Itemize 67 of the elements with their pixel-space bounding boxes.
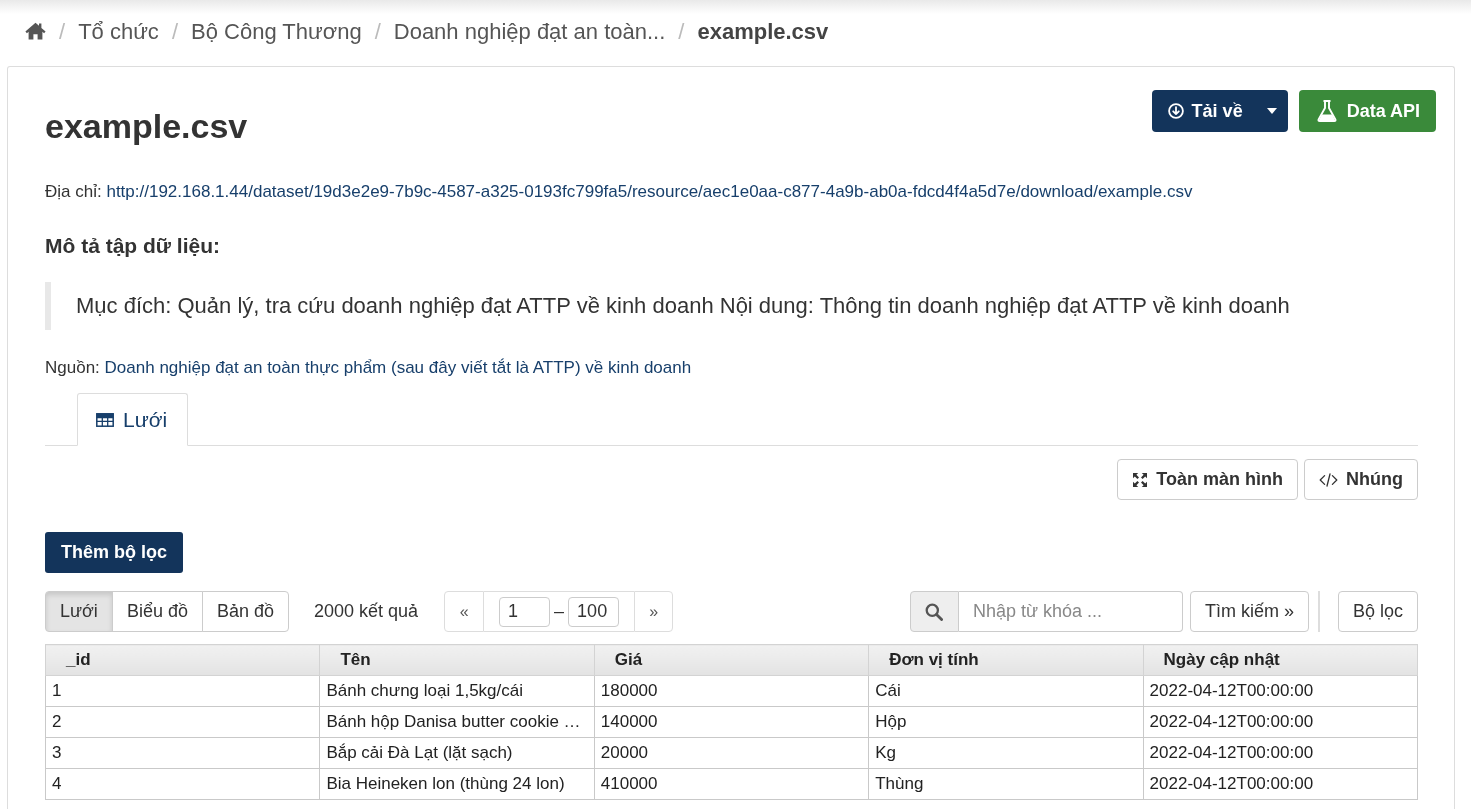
table-cell: Kg [868, 737, 1144, 769]
breadcrumb-separator: / [59, 17, 66, 46]
search-icon [909, 591, 959, 632]
table-cell: 20000 [594, 737, 869, 769]
fullscreen-button[interactable]: Toàn màn hình [1117, 459, 1298, 500]
table-cell: 140000 [594, 706, 869, 738]
embed-button[interactable]: Nhúng [1304, 459, 1418, 500]
grid-tab[interactable]: Lưới [77, 393, 189, 446]
page-from-field[interactable]: 1 [499, 596, 551, 627]
breadcrumb-separator: / [678, 17, 685, 46]
table-cell: 2022-04-12T00:00:00 [1143, 706, 1418, 738]
table-icon [96, 412, 114, 427]
table-cell: Bắp cải Đà Lạt (lặt sạch) [319, 737, 595, 769]
table-cell: Bánh hộp Danisa butter cookie … [319, 706, 595, 738]
source-link[interactable]: Doanh nghiệp đạt an toàn thực phẩm (sau đây viết tắt là ATTP) về kinh doanh [104, 358, 692, 377]
view-mode-button[interactable]: Lưới [45, 591, 113, 632]
table-cell: 3 [45, 737, 320, 769]
code-icon [1319, 472, 1338, 487]
next-page-button[interactable]: » [634, 591, 674, 632]
table-cell: 4 [45, 768, 320, 800]
column-header[interactable]: Đơn vị tính [868, 644, 1144, 676]
source-label: Nguồn: [45, 358, 100, 377]
download-button[interactable]: Tải về [1151, 90, 1257, 132]
breadcrumb-link[interactable]: Bộ Công Thương [191, 14, 362, 48]
table-cell: 1 [45, 675, 320, 707]
table-cell: 410000 [594, 768, 869, 800]
breadcrumb-link[interactable]: Tổ chức [78, 14, 159, 48]
add-filter-button[interactable]: Thêm bộ lọc [45, 532, 183, 573]
page-to-field[interactable]: 100 [568, 596, 620, 627]
table-cell: Hộp [868, 706, 1144, 738]
column-header[interactable]: Tên [319, 644, 595, 676]
breadcrumb-separator: / [171, 17, 178, 46]
table-cell: 2022-04-12T00:00:00 [1143, 675, 1418, 707]
table-cell: 2022-04-12T00:00:00 [1143, 737, 1418, 769]
table-cell: Cái [868, 675, 1144, 707]
expand-icon [1132, 471, 1149, 488]
description-heading: Mô tả tập dữ liệu: [45, 233, 222, 259]
breadcrumb-link[interactable]: Doanh nghiệp đạt an toàn... [393, 14, 666, 48]
table-cell: 2 [45, 706, 320, 738]
range-separator: – [554, 600, 565, 623]
result-count: 2000 kết quả [314, 600, 419, 623]
search-button[interactable]: Tìm kiếm » [1189, 591, 1309, 632]
column-header[interactable]: Ngày cập nhật [1143, 644, 1418, 676]
description-quote: Mục đích: Quản lý, tra cứu doanh nghiệp đạt ATTP về kinh doanh Nội dung: Thông tin doanh nghiệp đạt ATTP về kinh doanh [45, 282, 1418, 330]
table-cell: Thùng [868, 768, 1144, 800]
address-link[interactable]: http://192.168.1.44/dataset/19d3e2e9-7b9c-4587-a325-0193fc799fa5/resource/aec1e0aa-c877-4a9b-ab0a-fdcd4f4a5d7e/download/example.csv [106, 182, 1193, 201]
view-mode-button[interactable]: Bản đồ [201, 591, 289, 632]
table-cell: 2022-04-12T00:00:00 [1143, 768, 1418, 800]
download-icon [1167, 103, 1184, 119]
dropdown-toggle[interactable] [1255, 90, 1288, 132]
home-icon[interactable] [25, 22, 46, 40]
breadcrumb-current: example.csv [697, 17, 829, 46]
table-cell: 180000 [594, 675, 869, 707]
view-mode-button[interactable]: Biểu đồ [111, 591, 203, 632]
previous-page-button[interactable]: « [444, 591, 485, 632]
filter-button[interactable]: Bộ lọc [1337, 591, 1418, 632]
caret-icon [1266, 108, 1277, 114]
page-title: example.csv [45, 106, 248, 146]
table-cell: Bia Heineken lon (thùng 24 lon) [319, 768, 595, 800]
address-label: Địa chỉ: [45, 182, 102, 201]
flask-icon [1316, 100, 1337, 122]
column-header[interactable]: _id [45, 644, 320, 676]
data-api-button[interactable]: Data API [1298, 90, 1436, 132]
breadcrumb-separator: / [374, 17, 381, 46]
table-cell: Bánh chưng loại 1,5kg/cái [319, 675, 595, 707]
column-header[interactable]: Giá [594, 644, 869, 676]
search-field[interactable]: Nhập từ khóa ... [958, 591, 1183, 632]
